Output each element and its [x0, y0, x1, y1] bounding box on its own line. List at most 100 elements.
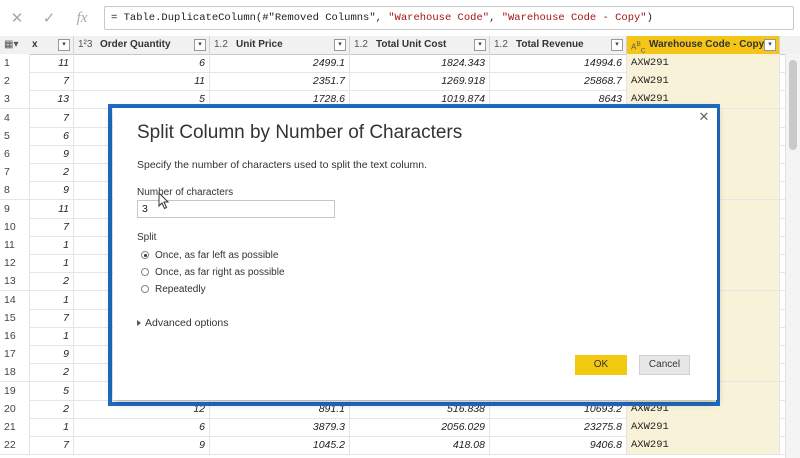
- row-number[interactable]: 20: [0, 399, 30, 418]
- cell-x[interactable]: 1: [30, 254, 74, 273]
- cell-unit-price[interactable]: 3879.3: [210, 418, 350, 436]
- row-number[interactable]: 19: [0, 381, 30, 400]
- cell-x[interactable]: 2: [30, 272, 74, 291]
- cell-x[interactable]: 9: [30, 145, 74, 163]
- table-row[interactable]: 21 1 6 3879.3 2056.029 23275.8 AXW291: [0, 418, 800, 437]
- cell-total-unit-cost[interactable]: 1269.918: [350, 72, 490, 91]
- cell-x[interactable]: 7: [30, 108, 74, 127]
- cell-order-quantity[interactable]: 6: [74, 54, 210, 72]
- row-number[interactable]: 4: [0, 108, 30, 127]
- cell-x[interactable]: 2: [30, 363, 74, 382]
- formula-bar: ✕ ✓ fx = Table.DuplicateColumn(#"Removed…: [0, 0, 800, 37]
- advanced-options-toggle[interactable]: Advanced options: [137, 317, 228, 329]
- cell-x[interactable]: 7: [30, 308, 74, 327]
- row-number[interactable]: 14: [0, 290, 30, 309]
- cell-x[interactable]: 2: [30, 163, 74, 182]
- radio-unselected-icon[interactable]: [141, 268, 149, 276]
- cell-x[interactable]: 7: [30, 436, 74, 455]
- cell-order-quantity[interactable]: 6: [74, 418, 210, 436]
- row-number[interactable]: 12: [0, 254, 30, 273]
- cell-warehouse-code-copy[interactable]: AXW291: [627, 72, 780, 91]
- cell-x[interactable]: 9: [30, 181, 74, 200]
- cell-warehouse-code-copy[interactable]: AXW291: [627, 418, 780, 436]
- radio-unselected-icon[interactable]: [141, 285, 149, 293]
- cell-total-revenue[interactable]: 9406.8: [490, 436, 627, 455]
- close-icon[interactable]: ✕: [696, 110, 712, 126]
- type-decimal-icon[interactable]: 1.2: [494, 36, 508, 54]
- cell-total-revenue[interactable]: 14994.6: [490, 54, 627, 72]
- cell-unit-price[interactable]: 2499.1: [210, 54, 350, 72]
- row-number[interactable]: 8: [0, 181, 30, 200]
- cell-x[interactable]: 2: [30, 399, 74, 418]
- row-number[interactable]: 5: [0, 126, 30, 145]
- filter-dropdown-icon[interactable]: ▾: [611, 39, 623, 51]
- check-icon[interactable]: ✓: [39, 8, 59, 28]
- cell-unit-price[interactable]: 1045.2: [210, 436, 350, 455]
- cell-total-unit-cost[interactable]: 2056.029: [350, 418, 490, 436]
- column-header-total-revenue[interactable]: 1.2 Total Revenue ▾: [490, 36, 627, 54]
- filter-dropdown-icon[interactable]: ▾: [58, 39, 70, 51]
- cell-x[interactable]: 6: [30, 126, 74, 145]
- fx-icon[interactable]: fx: [72, 8, 92, 28]
- type-decimal-icon[interactable]: 1.2: [354, 36, 368, 54]
- column-header-x[interactable]: ▦▾ x ▾: [0, 36, 74, 54]
- type-decimal-icon[interactable]: 1.2: [214, 36, 228, 54]
- close-icon[interactable]: ✕: [7, 8, 27, 28]
- type-int-icon[interactable]: 1²3: [78, 36, 92, 54]
- row-number[interactable]: 15: [0, 308, 30, 327]
- cell-x[interactable]: 5: [30, 381, 74, 400]
- row-number[interactable]: 6: [0, 145, 30, 163]
- ok-button[interactable]: OK: [575, 355, 627, 375]
- cell-x[interactable]: 1: [30, 290, 74, 309]
- table-menu-icon[interactable]: ▦▾: [4, 36, 18, 54]
- cancel-button[interactable]: Cancel: [639, 355, 690, 375]
- row-number[interactable]: 10: [0, 217, 30, 236]
- row-number[interactable]: 1: [0, 54, 30, 72]
- cell-warehouse-code-copy[interactable]: AXW291: [627, 436, 780, 455]
- cell-x[interactable]: 9: [30, 345, 74, 364]
- row-number[interactable]: 21: [0, 418, 30, 436]
- cell-total-unit-cost[interactable]: 418.08: [350, 436, 490, 455]
- table-row[interactable]: 2 7 11 2351.7 1269.918 25868.7 AXW291: [0, 72, 800, 92]
- row-number[interactable]: 22: [0, 436, 30, 455]
- formula-input[interactable]: = Table.DuplicateColumn(#"Removed Column…: [104, 6, 794, 30]
- row-number[interactable]: 17: [0, 345, 30, 364]
- cell-x[interactable]: 11: [30, 54, 74, 72]
- cell-x[interactable]: 1: [30, 327, 74, 345]
- table-row[interactable]: 1 11 6 2499.1 1824.343 14994.6 AXW291: [0, 54, 800, 73]
- row-number[interactable]: 16: [0, 327, 30, 345]
- cell-warehouse-code-copy[interactable]: AXW291: [627, 54, 780, 72]
- cell-total-unit-cost[interactable]: 1824.343: [350, 54, 490, 72]
- row-number[interactable]: 9: [0, 199, 30, 218]
- column-header-unit-price[interactable]: 1.2 Unit Price ▾: [210, 36, 350, 54]
- filter-dropdown-icon[interactable]: ▾: [194, 39, 206, 51]
- cell-x[interactable]: 11: [30, 199, 74, 218]
- row-number[interactable]: 7: [0, 163, 30, 182]
- column-header-warehouse-code-copy[interactable]: ABC Warehouse Code - Copy ▾: [627, 36, 780, 54]
- row-number[interactable]: 13: [0, 272, 30, 291]
- cell-x[interactable]: 1: [30, 418, 74, 436]
- cell-total-revenue[interactable]: 23275.8: [490, 418, 627, 436]
- filter-dropdown-icon[interactable]: ▾: [334, 39, 346, 51]
- scrollbar-thumb[interactable]: [789, 60, 797, 150]
- cell-order-quantity[interactable]: 11: [74, 72, 210, 91]
- radio-selected-icon[interactable]: [141, 251, 149, 259]
- cell-x[interactable]: 1: [30, 236, 74, 254]
- type-text-icon[interactable]: ABC: [631, 36, 646, 54]
- row-number[interactable]: 3: [0, 90, 30, 109]
- vertical-scrollbar[interactable]: [785, 54, 800, 458]
- cell-x[interactable]: 13: [30, 90, 74, 109]
- filter-dropdown-icon[interactable]: ▾: [474, 39, 486, 51]
- row-number[interactable]: 18: [0, 363, 30, 382]
- filter-dropdown-icon[interactable]: ▾: [764, 39, 776, 51]
- cell-x[interactable]: 7: [30, 72, 74, 91]
- column-header-order-quantity[interactable]: 1²3 Order Quantity ▾: [74, 36, 210, 54]
- cell-x[interactable]: 7: [30, 217, 74, 236]
- column-header-total-unit-cost[interactable]: 1.2 Total Unit Cost ▾: [350, 36, 490, 54]
- table-row[interactable]: 22 7 9 1045.2 418.08 9406.8 AXW291: [0, 436, 800, 456]
- cell-total-revenue[interactable]: 25868.7: [490, 72, 627, 91]
- cell-order-quantity[interactable]: 9: [74, 436, 210, 455]
- cell-unit-price[interactable]: 2351.7: [210, 72, 350, 91]
- row-number[interactable]: 11: [0, 236, 30, 254]
- row-number[interactable]: 2: [0, 72, 30, 91]
